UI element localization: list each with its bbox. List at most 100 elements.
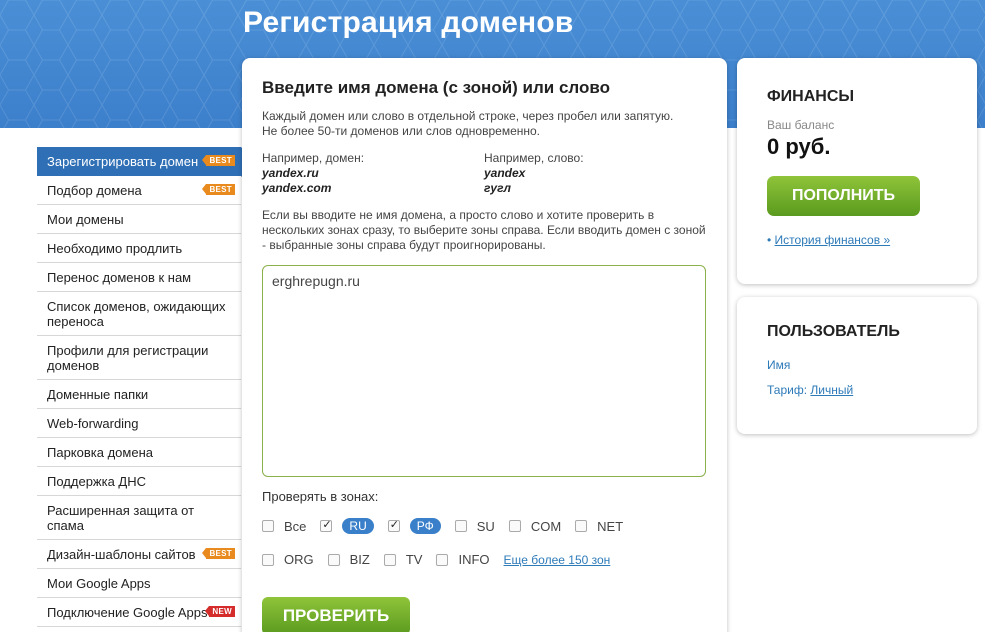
- zone-checkbox[interactable]: [383, 553, 396, 566]
- example-domain: Например, домен: yandex.ru yandex.com: [262, 151, 364, 196]
- badge-new: NEW: [205, 606, 235, 617]
- example-word-value: гугл: [484, 181, 511, 195]
- search-heading: Введите имя домена (с зоной) или слово: [262, 78, 610, 97]
- sidebar-item-label: Зарегистрировать домен: [47, 154, 199, 169]
- sidebar-item-label: Подбор домена: [47, 183, 142, 198]
- sidebar-item-label: Расширенная защита от спама: [47, 503, 195, 533]
- page-title: Регистрация доменов: [243, 6, 574, 39]
- sidebar-item[interactable]: Парковка домена: [37, 438, 241, 467]
- zone-checkbox[interactable]: [387, 518, 400, 532]
- example-domain-label: Например, домен:: [262, 151, 365, 165]
- sidebar-item-label: Web-forwarding: [47, 416, 139, 431]
- sidebar-item[interactable]: Перенос доменов к нам: [37, 263, 241, 292]
- sidebar-item[interactable]: Поддержка ДНС: [37, 467, 241, 496]
- more-zones-link[interactable]: Еще более 150 зон: [504, 553, 611, 567]
- finance-history-link[interactable]: История финансов »: [775, 233, 891, 247]
- badge-best: BEST: [202, 184, 235, 195]
- description-line: Каждый домен или слово в отдельной строк…: [262, 109, 674, 123]
- user-heading: ПОЛЬЗОВАТЕЛЬ: [767, 323, 900, 340]
- zone-checkbox[interactable]: [454, 520, 467, 532]
- sidebar-item-label: Мои Google Apps: [47, 576, 151, 591]
- zone-label: RU: [342, 518, 374, 534]
- domain-search-card: Введите имя домена (с зоной) или слово К…: [242, 58, 727, 632]
- sidebar-item[interactable]: Подключение Google Apps NEW: [37, 598, 241, 627]
- zones-row: ORG BIZ TV INFO Еще более 150 зон: [262, 552, 610, 567]
- zone-checkbox[interactable]: [436, 553, 449, 566]
- tariff-label: Тариф:: [767, 383, 808, 397]
- sidebar-item-label: Необходимо продлить: [47, 241, 183, 256]
- sidebar-item[interactable]: Web-forwarding: [37, 409, 241, 438]
- bullet: •: [767, 233, 775, 247]
- example-domain-value: yandex.ru: [262, 166, 319, 180]
- zones-label: Проверять в зонах:: [262, 489, 379, 504]
- zones-hint: Если вы вводите не имя домена, а просто …: [262, 208, 706, 252]
- sidebar-item-label: Доменные папки: [47, 387, 149, 402]
- zone-option[interactable]: Все: [262, 519, 306, 534]
- check-button[interactable]: ПРОВЕРИТЬ: [262, 597, 410, 632]
- zone-option[interactable]: RU: [320, 518, 374, 534]
- zone-label: COM: [530, 518, 562, 534]
- zone-checkbox[interactable]: [327, 553, 340, 566]
- topup-button[interactable]: ПОПОЛНИТЬ: [767, 176, 920, 216]
- zone-option[interactable]: TV: [383, 552, 423, 567]
- zone-label: NET: [597, 518, 624, 534]
- badge-best: BEST: [202, 155, 235, 166]
- zone-label: TV: [405, 552, 423, 567]
- description-line: Не более 50-ти доменов или слов одноврем…: [262, 124, 541, 138]
- user-name-link[interactable]: Имя: [767, 358, 790, 372]
- sidebar-item[interactable]: Зарегистрировать домен BEST: [37, 147, 257, 177]
- zone-checkbox[interactable]: [320, 518, 333, 532]
- zone-option[interactable]: BIZ: [327, 552, 370, 567]
- example-domain-value: yandex.com: [262, 181, 332, 195]
- sidebar-item-label: Перенос доменов к нам: [47, 270, 192, 285]
- user-card: ПОЛЬЗОВАТЕЛЬ Имя Тариф: Личный: [737, 297, 977, 434]
- sidebar-item-label: Поддержка ДНС: [47, 474, 147, 489]
- example-word-value: yandex: [484, 166, 526, 180]
- sidebar-item-label: Список доменов, ожидающих переноса: [47, 299, 226, 329]
- zone-label: BIZ: [349, 552, 370, 567]
- zone-checkbox[interactable]: [262, 520, 274, 532]
- zone-option[interactable]: NET: [575, 519, 623, 534]
- sidebar-item-label: Мои домены: [47, 212, 124, 227]
- zone-option[interactable]: ORG: [262, 552, 314, 567]
- sidebar-menu: Зарегистрировать домен BEST Подбор домена B…: [37, 147, 257, 627]
- zone-label: ORG: [284, 552, 314, 567]
- sidebar-item[interactable]: Подбор домена BEST: [37, 176, 241, 205]
- sidebar-item-label: Парковка домена: [47, 445, 153, 460]
- sidebar-item[interactable]: Доменные папки: [37, 380, 241, 409]
- zone-checkbox[interactable]: [575, 520, 588, 532]
- sidebar-item-label: Профили для регистрации доменов: [47, 343, 209, 373]
- sidebar-item[interactable]: Список доменов, ожидающих переноса: [37, 292, 241, 336]
- sidebar-item[interactable]: Дизайн-шаблоны сайтов BEST: [37, 540, 241, 569]
- balance-value: 0 руб.: [767, 134, 831, 159]
- sidebar-item[interactable]: Мои Google Apps: [37, 569, 241, 598]
- badge-best: BEST: [202, 548, 235, 559]
- zone-label: SU: [476, 518, 495, 534]
- finance-card: ФИНАНСЫ Ваш баланс 0 руб. ПОПОЛНИТЬ • Ис…: [737, 58, 977, 284]
- sidebar-item[interactable]: Профили для регистрации доменов: [37, 336, 241, 380]
- sidebar-item-label: Дизайн-шаблоны сайтов: [47, 547, 196, 562]
- zone-label: Все: [284, 518, 307, 534]
- zone-option[interactable]: SU: [454, 518, 495, 534]
- zone-option[interactable]: РФ: [387, 518, 441, 534]
- tariff-link[interactable]: Личный: [810, 383, 853, 397]
- sidebar-item[interactable]: Мои домены: [37, 205, 241, 234]
- zone-label: РФ: [409, 518, 441, 534]
- sidebar-item-label: Подключение Google Apps: [47, 605, 208, 620]
- balance-label: Ваш баланс: [767, 118, 835, 132]
- example-word: Например, слово: yandex гугл: [484, 151, 584, 196]
- zone-label: INFO: [458, 552, 490, 567]
- search-description: Каждый домен или слово в отдельной строк…: [262, 109, 712, 139]
- zone-option[interactable]: COM: [508, 518, 562, 534]
- tariff: Тариф: Личный: [767, 383, 853, 397]
- zone-option[interactable]: INFO: [436, 552, 490, 567]
- example-word-label: Например, слово:: [484, 151, 584, 165]
- domain-input[interactable]: [262, 265, 706, 477]
- finance-history: • История финансов »: [767, 233, 890, 247]
- zone-checkbox[interactable]: [262, 553, 274, 566]
- finance-heading: ФИНАНСЫ: [767, 88, 855, 105]
- sidebar-item[interactable]: Расширенная защита от спама: [37, 496, 241, 540]
- zones-row: Все RU РФ SU COM NET: [262, 518, 637, 534]
- zone-checkbox[interactable]: [508, 520, 521, 532]
- sidebar-item[interactable]: Необходимо продлить: [37, 234, 241, 263]
